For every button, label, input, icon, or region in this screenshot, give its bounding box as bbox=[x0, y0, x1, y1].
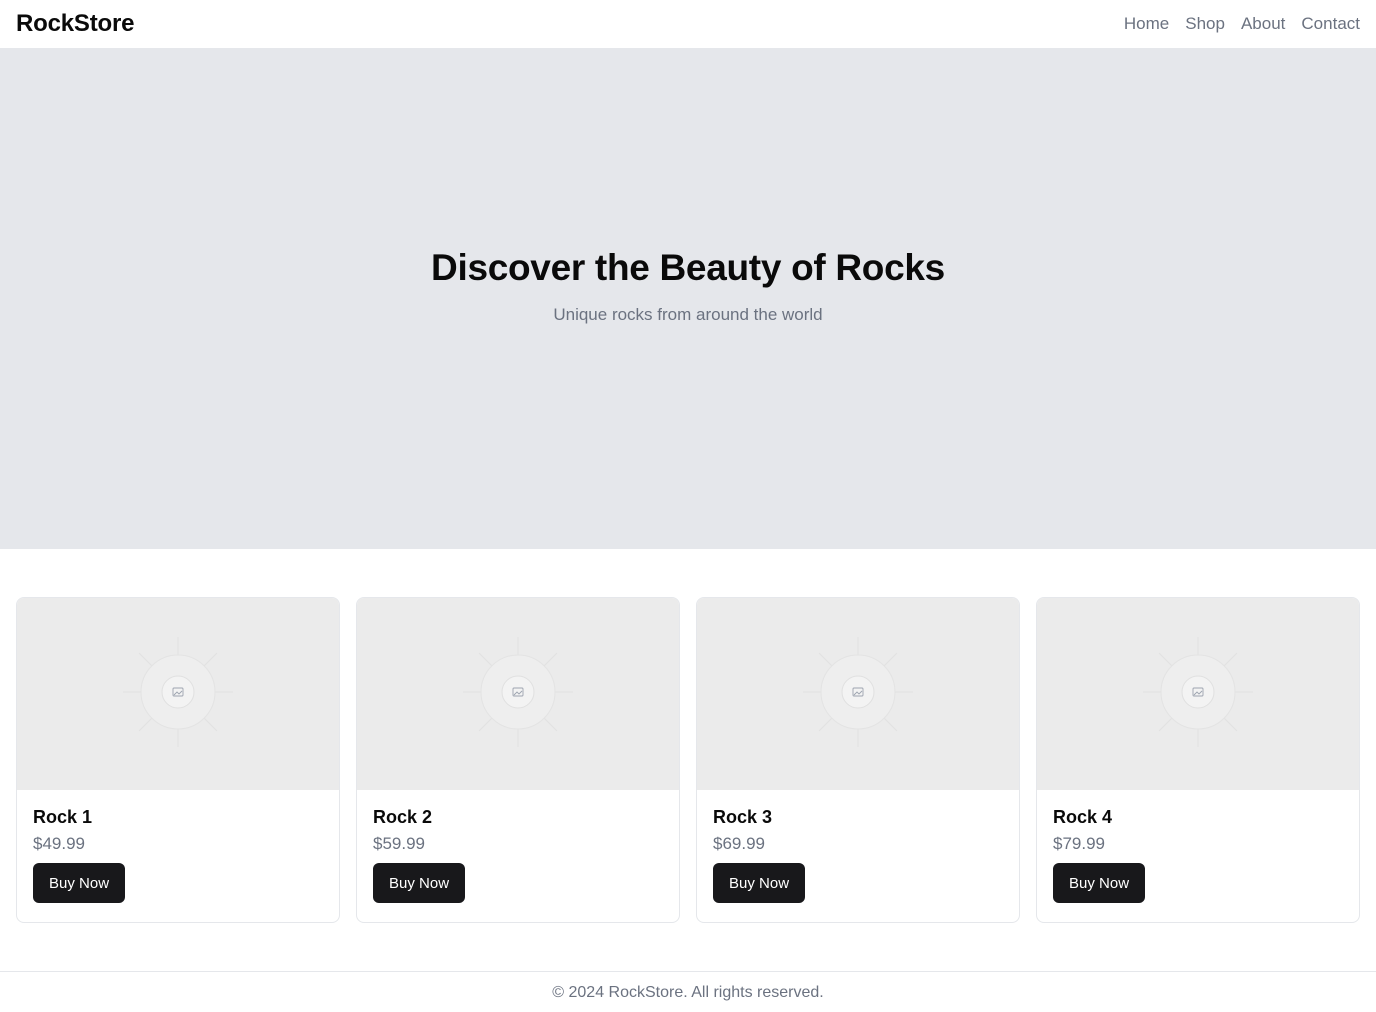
nav-link-contact[interactable]: Contact bbox=[1301, 14, 1360, 34]
product-name: Rock 3 bbox=[713, 807, 773, 827]
image-placeholder-icon bbox=[123, 636, 233, 752]
buy-now-button[interactable]: Buy Now bbox=[713, 863, 806, 903]
image-placeholder-icon bbox=[463, 636, 573, 752]
main-nav: Home Shop About Contact bbox=[1124, 14, 1360, 34]
product-card-body: Rock 1 $49.99 Buy Now bbox=[17, 790, 339, 919]
product-grid: Rock 1 $49.99 Buy Now Rock 2 $59.99 Buy … bbox=[0, 549, 1376, 971]
product-image bbox=[17, 598, 339, 790]
buy-now-button[interactable]: Buy Now bbox=[33, 863, 126, 903]
buy-now-button[interactable]: Buy Now bbox=[1053, 863, 1146, 903]
product-card: Rock 3 $69.99 Buy Now bbox=[696, 597, 1020, 923]
product-card-body: Rock 3 $69.99 Buy Now bbox=[697, 790, 1019, 919]
site-footer: © 2024 RockStore. All rights reserved. bbox=[0, 971, 1376, 1012]
product-card: Rock 1 $49.99 Buy Now bbox=[16, 597, 340, 923]
product-price: $59.99 bbox=[373, 834, 425, 853]
product-card: Rock 2 $59.99 Buy Now bbox=[356, 597, 680, 923]
buy-now-button[interactable]: Buy Now bbox=[373, 863, 466, 903]
product-card-body: Rock 2 $59.99 Buy Now bbox=[357, 790, 679, 919]
product-price: $69.99 bbox=[713, 834, 765, 853]
product-card-body: Rock 4 $79.99 Buy Now bbox=[1037, 790, 1359, 919]
nav-link-home[interactable]: Home bbox=[1124, 14, 1169, 34]
brand-logo[interactable]: RockStore bbox=[16, 10, 134, 38]
product-image bbox=[1037, 598, 1359, 790]
product-name: Rock 1 bbox=[33, 807, 93, 827]
hero-subtitle: Unique rocks from around the world bbox=[553, 304, 823, 324]
product-image bbox=[357, 598, 679, 790]
product-name: Rock 4 bbox=[1053, 807, 1113, 827]
product-card: Rock 4 $79.99 Buy Now bbox=[1036, 597, 1360, 923]
nav-link-about[interactable]: About bbox=[1241, 14, 1285, 34]
hero-section: Discover the Beauty of Rocks Unique rock… bbox=[0, 48, 1376, 549]
image-placeholder-icon bbox=[803, 636, 913, 752]
product-name: Rock 2 bbox=[373, 807, 433, 827]
product-price: $49.99 bbox=[33, 834, 85, 853]
hero-title: Discover the Beauty of Rocks bbox=[431, 246, 945, 288]
product-price: $79.99 bbox=[1053, 834, 1105, 853]
product-image bbox=[697, 598, 1019, 790]
image-placeholder-icon bbox=[1143, 636, 1253, 752]
site-header: RockStore Home Shop About Contact bbox=[0, 0, 1376, 48]
nav-link-shop[interactable]: Shop bbox=[1185, 14, 1225, 34]
copyright-text: © 2024 RockStore. All rights reserved. bbox=[552, 983, 824, 1001]
